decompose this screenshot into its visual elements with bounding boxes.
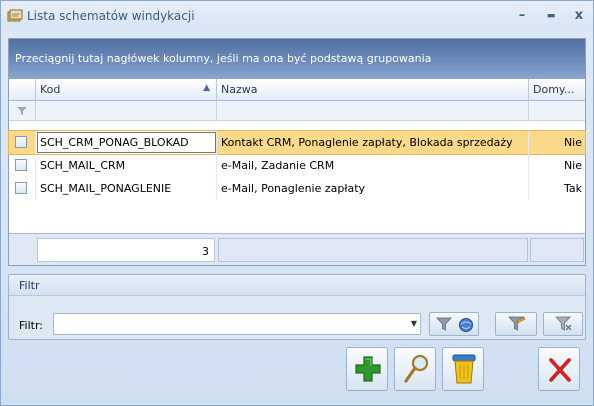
schemas-grid: Przeciągnij tutaj nagłówek kolumny, jeśl…	[8, 38, 586, 266]
filter-cell-kod[interactable]	[36, 101, 217, 121]
add-button[interactable]	[346, 347, 388, 391]
title-bar: Lista schematów windykacji – ▬ x	[1, 1, 593, 31]
window: Lista schematów windykacji – ▬ x Przecią…	[0, 0, 594, 406]
window-title: Lista schematów windykacji	[27, 9, 195, 23]
advanced-filter-button[interactable]	[495, 312, 537, 336]
edit-button[interactable]	[394, 347, 436, 391]
cell-nazwa[interactable]: e-Mail, Zadanie CRM	[217, 154, 529, 177]
row-select-cell	[9, 177, 36, 200]
cell-nazwa[interactable]: Kontakt CRM, Ponaglenie zapłaty, Blokada…	[217, 131, 529, 154]
grid-filter-row	[9, 101, 585, 121]
record-count: 3	[37, 238, 215, 262]
column-label: Domy...	[533, 83, 575, 96]
globe-icon	[459, 318, 473, 332]
sort-ascending-icon: ▲	[203, 83, 210, 93]
column-label: Kod	[40, 83, 61, 96]
cell-nazwa[interactable]: e-Mail, Ponaglenie zapłaty	[217, 177, 529, 200]
chevron-down-icon[interactable]: ▼	[411, 319, 417, 328]
column-header-nazwa[interactable]: Nazwa	[217, 79, 529, 101]
table-row[interactable]: SCH_MAIL_CRM e-Mail, Zadanie CRM Nie	[9, 154, 585, 177]
filter-cell-domyslny[interactable]	[529, 101, 585, 121]
grid-summary-row: 3	[9, 233, 585, 265]
row-select-cell	[9, 154, 36, 177]
trash-bin-icon	[452, 354, 476, 384]
close-window-button[interactable]: x	[570, 7, 588, 25]
close-button[interactable]	[538, 347, 580, 391]
column-header-domyslny[interactable]: Domy...	[529, 79, 585, 101]
filter-group-title: Filtr	[9, 275, 585, 296]
cell-domyslny[interactable]: Tak	[529, 177, 585, 200]
group-by-area[interactable]: Przeciągnij tutaj nagłówek kolumny, jeśl…	[9, 39, 585, 79]
row-select-cell	[9, 131, 36, 154]
clear-filter-button[interactable]	[543, 312, 583, 336]
funnel-icon	[17, 107, 27, 115]
row-checkbox[interactable]	[15, 182, 27, 194]
cell-kod[interactable]: SCH_CRM_PONAG_BLOKAD	[36, 131, 217, 154]
filter-input[interactable]: ▼	[53, 313, 421, 335]
table-row[interactable]: SCH_MAIL_PONAGLENIE e-Mail, Ponaglenie z…	[9, 177, 585, 200]
cell-kod[interactable]: SCH_MAIL_CRM	[36, 154, 217, 177]
close-icon	[549, 358, 571, 382]
column-label: Nazwa	[221, 83, 258, 96]
plus-icon	[355, 356, 381, 382]
table-row[interactable]: SCH_CRM_PONAG_BLOKAD Kontakt CRM, Ponagl…	[8, 130, 586, 155]
filter-group: Filtr Filtr: ▼	[8, 274, 586, 340]
magnifier-icon	[404, 354, 429, 383]
row-checkbox[interactable]	[15, 159, 27, 171]
funnel-edit-icon	[508, 316, 526, 331]
apply-filter-button[interactable]	[429, 312, 479, 336]
header-select-cell	[9, 79, 36, 101]
minimize-button[interactable]: –	[513, 7, 531, 25]
delete-button[interactable]	[442, 347, 484, 391]
summary-cell-nazwa	[218, 238, 528, 262]
cell-domyslny[interactable]: Nie	[529, 131, 585, 154]
cell-domyslny[interactable]: Nie	[529, 154, 585, 177]
collection-schema-icon	[7, 9, 23, 22]
cell-kod[interactable]: SCH_MAIL_PONAGLENIE	[36, 177, 217, 200]
funnel-clear-icon	[555, 316, 572, 331]
funnel-icon	[436, 317, 452, 331]
maximize-button[interactable]: ▬	[542, 7, 560, 25]
column-header-kod[interactable]: Kod ▲	[36, 79, 217, 101]
grid-header: Kod ▲ Nazwa Domy...	[9, 79, 585, 101]
row-checkbox[interactable]	[15, 136, 27, 148]
filter-row-icon-cell	[9, 101, 36, 121]
filter-label: Filtr:	[19, 319, 43, 332]
summary-cell-domyslny	[530, 238, 584, 262]
filter-cell-nazwa[interactable]	[217, 101, 529, 121]
